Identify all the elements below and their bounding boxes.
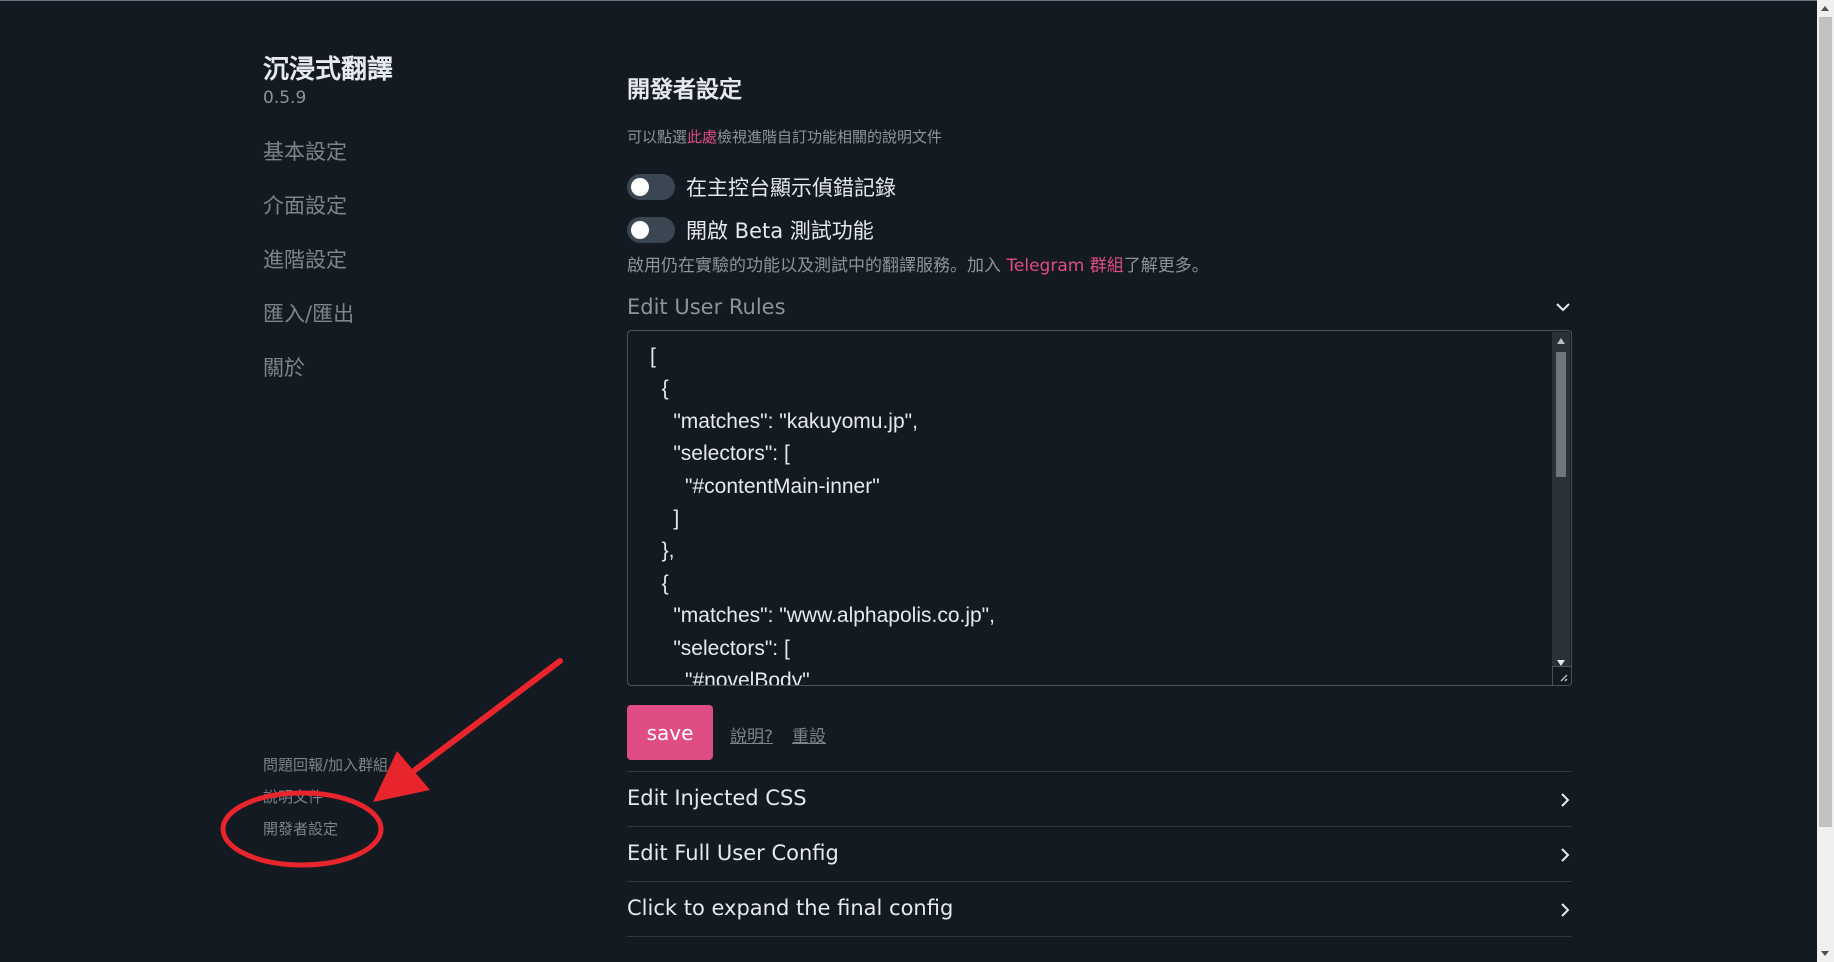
sidebar-item-basic[interactable]: 基本設定 xyxy=(263,136,347,166)
docs-hint: 可以點選此處檢視進階自訂功能相關的說明文件 xyxy=(627,126,942,147)
hint-text-before: 可以點選 xyxy=(627,128,688,146)
debug-log-toggle[interactable] xyxy=(627,174,675,200)
scrollbar-thumb[interactable] xyxy=(1556,352,1566,477)
beta-desc-after: 了解更多。 xyxy=(1123,256,1209,276)
help-link[interactable]: 說明? xyxy=(730,722,773,747)
debug-log-label: 在主控台顯示偵錯記錄 xyxy=(686,176,896,200)
user-rules-editor[interactable]: [ { "matches": "kakuyomu.jp", "selectors… xyxy=(627,330,1572,686)
sidebar-item-interface[interactable]: 介面設定 xyxy=(263,190,347,220)
beta-features-label: 開啟 Beta 測試功能 xyxy=(686,219,874,243)
docs-link[interactable]: 說明文件 xyxy=(263,786,323,807)
app-version: 0.5.9 xyxy=(263,88,307,108)
page-scroll-up-icon[interactable] xyxy=(1821,6,1829,11)
save-button[interactable]: save xyxy=(627,705,713,760)
developer-settings-link[interactable]: 開發者設定 xyxy=(263,818,338,839)
page-scrollbar-thumb[interactable] xyxy=(1819,17,1832,827)
expander-label: Edit Full User Config xyxy=(627,841,839,865)
toggle-knob xyxy=(631,221,649,239)
reset-link[interactable]: 重設 xyxy=(792,722,826,747)
beta-desc-before: 啟用仍在實驗的功能以及測試中的翻譯服務。加入 xyxy=(627,256,1007,276)
docs-here-link[interactable]: 此處 xyxy=(687,128,717,146)
sidebar: 沉浸式翻譯 0.5.9 基本設定 介面設定 進階設定 匯入/匯出 關於 問題回報… xyxy=(263,0,563,962)
editor-scrollbar[interactable] xyxy=(1552,332,1570,672)
chevron-right-icon xyxy=(1561,903,1570,917)
resize-grip-icon xyxy=(1560,674,1568,682)
hint-text-after: 檢視進階自訂功能相關的說明文件 xyxy=(717,128,943,146)
resize-handle[interactable] xyxy=(1552,666,1571,685)
sidebar-item-advanced[interactable]: 進階設定 xyxy=(263,244,347,274)
sidebar-item-about[interactable]: 關於 xyxy=(263,352,305,382)
beta-features-toggle[interactable] xyxy=(627,217,675,243)
toggle-knob xyxy=(631,178,649,196)
beta-description: 啟用仍在實驗的功能以及測試中的翻譯服務。加入 Telegram 群組了解更多。 xyxy=(627,251,1209,276)
sidebar-item-import-export[interactable]: 匯入/匯出 xyxy=(263,298,354,328)
page-scrollbar[interactable] xyxy=(1817,0,1834,962)
edit-full-user-config-expander[interactable]: Edit Full User Config xyxy=(627,826,1572,881)
chevron-down-icon xyxy=(1556,303,1570,312)
expander-label: Click to expand the final config xyxy=(627,896,954,920)
edit-user-rules-header[interactable]: Edit User Rules xyxy=(627,295,1572,325)
page-scroll-down-icon[interactable] xyxy=(1821,951,1829,956)
final-config-expander[interactable]: Click to expand the final config xyxy=(627,881,1572,937)
beta-features-row: 開啟 Beta 測試功能 xyxy=(627,215,874,245)
edit-user-rules-label: Edit User Rules xyxy=(627,295,786,319)
edit-injected-css-expander[interactable]: Edit Injected CSS xyxy=(627,771,1572,826)
telegram-group-link[interactable]: Telegram 群組 xyxy=(1006,256,1123,276)
chevron-right-icon xyxy=(1561,848,1570,862)
feedback-link[interactable]: 問題回報/加入群組 xyxy=(263,754,388,775)
main-content: 開發者設定 可以點選此處檢視進階自訂功能相關的說明文件 在主控台顯示偵錯記錄 開… xyxy=(627,0,1573,962)
scroll-up-icon[interactable] xyxy=(1557,338,1565,344)
user-rules-code[interactable]: [ { "matches": "kakuyomu.jp", "selectors… xyxy=(650,341,995,685)
chevron-right-icon xyxy=(1561,793,1570,807)
app-title: 沉浸式翻譯 xyxy=(263,55,394,85)
expander-label: Edit Injected CSS xyxy=(627,786,807,810)
debug-log-row: 在主控台顯示偵錯記錄 xyxy=(627,172,896,202)
page-title: 開發者設定 xyxy=(627,77,742,103)
